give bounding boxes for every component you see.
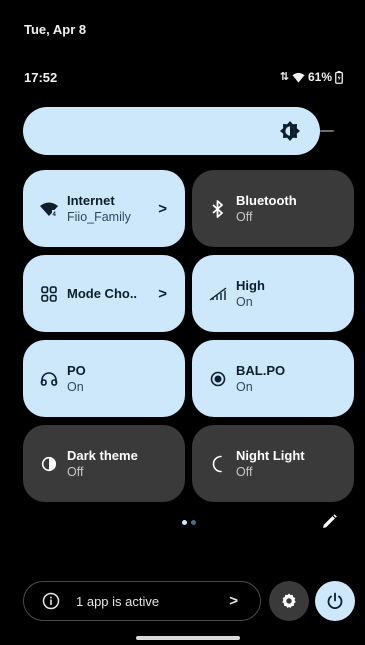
tile-title: Night Light [236, 447, 305, 463]
tile-internet[interactable]: 4 Internet Fiio_Family > [23, 170, 185, 247]
brightness-slider[interactable] [23, 107, 320, 155]
tile-subtitle: On [236, 379, 253, 394]
brightness-track[interactable] [320, 130, 334, 132]
radio-dot-icon [208, 369, 228, 389]
chevron-right-icon: > [158, 285, 167, 302]
active-apps-label: 1 app is active [76, 593, 160, 609]
tile-subtitle: Off [67, 464, 84, 479]
status-icons: ⇅ 61% [280, 70, 343, 84]
wifi-icon: 4 [39, 199, 59, 219]
tile-title: Mode Cho.. [67, 286, 138, 301]
wifi-status-icon [292, 72, 305, 82]
gear-icon [282, 593, 296, 609]
chevron-right-icon: > [158, 200, 167, 217]
tile-title: BAL.PO [236, 362, 286, 378]
tile-subtitle: Fiio_Family [67, 209, 131, 224]
mode-chooser-icon [39, 284, 59, 304]
chevron-right-icon: > [229, 592, 238, 610]
status-date: Tue, Apr 8 [24, 22, 87, 37]
tile-bal-po[interactable]: BAL.PO On [192, 340, 354, 417]
brightness-icon[interactable] [278, 119, 302, 143]
power-button[interactable] [315, 581, 355, 621]
home-indicator[interactable] [136, 636, 240, 640]
tile-mode-chooser[interactable]: Mode Cho.. > [23, 255, 185, 332]
tile-subtitle: On [67, 379, 84, 394]
tile-dark-theme[interactable]: Dark theme Off [23, 425, 185, 502]
status-time: 17:52 [24, 70, 58, 85]
tile-night-light[interactable]: Night Light Off [192, 425, 354, 502]
tile-title: Internet [67, 192, 115, 208]
tile-title: High [236, 277, 265, 293]
page-indicator [182, 520, 196, 525]
info-icon [42, 592, 60, 610]
page-dot-active [182, 520, 187, 525]
tile-high-gain[interactable]: High On [192, 255, 354, 332]
moon-icon [208, 454, 228, 474]
edit-icon[interactable] [320, 513, 338, 531]
gain-icon [208, 284, 228, 304]
tile-po[interactable]: PO On [23, 340, 185, 417]
data-arrows-icon: ⇅ [279, 70, 289, 83]
tile-subtitle: On [236, 294, 253, 309]
dark-theme-icon [39, 454, 59, 474]
headphones-icon [39, 369, 59, 389]
bluetooth-icon [208, 199, 228, 219]
power-icon [327, 592, 343, 610]
tile-title: PO [67, 362, 86, 378]
tile-title: Bluetooth [236, 192, 297, 208]
battery-icon [335, 70, 343, 84]
active-apps-button[interactable]: 1 app is active > [23, 581, 261, 621]
tile-bluetooth[interactable]: Bluetooth Off [192, 170, 354, 247]
tile-subtitle: Off [236, 464, 253, 479]
tile-title: Dark theme [67, 447, 138, 463]
settings-button[interactable] [269, 581, 309, 621]
tile-subtitle: Off [236, 209, 253, 224]
battery-percent: 61% [307, 70, 332, 84]
page-dot[interactable] [191, 520, 196, 525]
